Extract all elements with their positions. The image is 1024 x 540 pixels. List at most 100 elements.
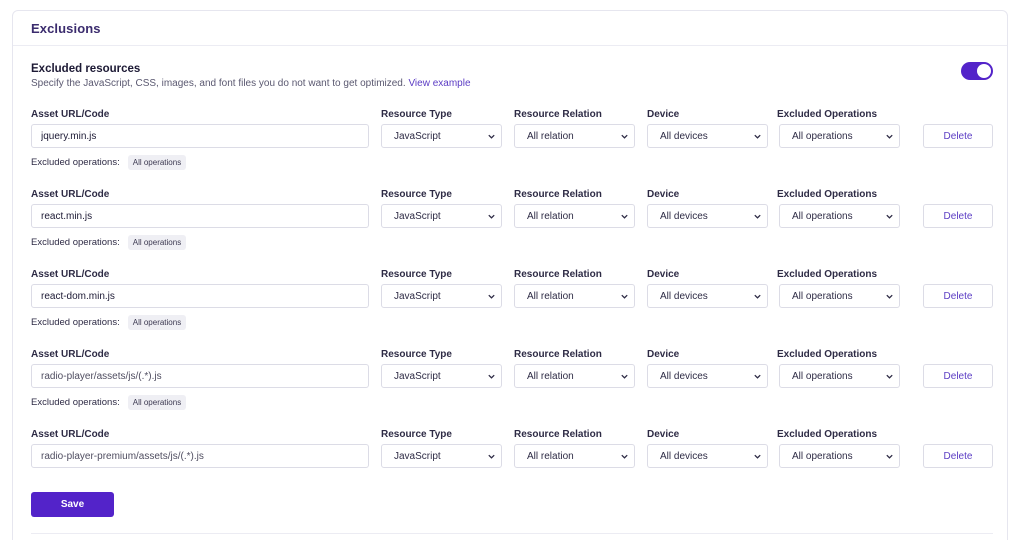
resource-relation-value: All relation [527, 130, 574, 142]
resource-type-value: JavaScript [394, 290, 441, 302]
excluded-operations-label: Excluded Operations [777, 269, 878, 280]
section-description-text: Specify the JavaScript, CSS, images, and… [31, 78, 406, 89]
asset-label: Asset URL/Code [31, 189, 110, 200]
asset-url-input[interactable] [31, 444, 369, 468]
chevron-down-icon [614, 452, 634, 461]
operation-chip: All operations [127, 395, 187, 410]
asset-label: Asset URL/Code [31, 269, 110, 280]
chevron-down-icon [614, 132, 634, 141]
excluded-operations-summary: Excluded operations: All operations [31, 395, 187, 410]
resource-relation-select[interactable]: All relation [514, 204, 635, 228]
resource-relation-value: All relation [527, 450, 574, 462]
delete-button[interactable]: Delete [923, 284, 993, 308]
resource-relation-value: All relation [527, 370, 574, 382]
resource-type-select[interactable]: JavaScript [381, 284, 502, 308]
excluded-operations-label: Excluded Operations [777, 429, 878, 440]
chevron-down-icon [481, 452, 501, 461]
resource-relation-label: Resource Relation [514, 429, 602, 440]
chevron-down-icon [879, 212, 899, 221]
exclusion-row-5: Asset URL/Code Resource Type Resource Re… [31, 429, 993, 499]
exclusion-row-3: Asset URL/Code Resource Type Resource Re… [31, 269, 993, 339]
device-value: All devices [660, 370, 708, 382]
excluded-operations-summary: Excluded operations: All operations [31, 155, 187, 170]
resource-relation-select[interactable]: All relation [514, 444, 635, 468]
excluded-operations-label: Excluded Operations [777, 349, 878, 360]
resource-type-label: Resource Type [381, 429, 452, 440]
delete-button[interactable]: Delete [923, 124, 993, 148]
chevron-down-icon [614, 372, 634, 381]
excluded-operations-value: All operations [792, 210, 853, 222]
resource-relation-select[interactable]: All relation [514, 124, 635, 148]
toggle-knob [977, 64, 991, 78]
excluded-operations-summary-label: Excluded operations: [31, 157, 120, 168]
chevron-down-icon [879, 132, 899, 141]
excluded-operations-select[interactable]: All operations [779, 364, 900, 388]
chevron-down-icon [747, 292, 767, 301]
resource-type-label: Resource Type [381, 189, 452, 200]
chevron-down-icon [747, 372, 767, 381]
resource-type-select[interactable]: JavaScript [381, 364, 502, 388]
chevron-down-icon [481, 372, 501, 381]
resource-type-select[interactable]: JavaScript [381, 204, 502, 228]
operation-chip: All operations [127, 155, 187, 170]
card-title: Exclusions [31, 20, 101, 36]
save-button[interactable]: Save [31, 492, 114, 517]
asset-url-input[interactable] [31, 284, 369, 308]
operation-chip: All operations [127, 235, 187, 250]
device-value: All devices [660, 210, 708, 222]
chevron-down-icon [879, 292, 899, 301]
device-select[interactable]: All devices [647, 364, 768, 388]
excluded-operations-select[interactable]: All operations [779, 284, 900, 308]
excluded-operations-select[interactable]: All operations [779, 204, 900, 228]
device-select[interactable]: All devices [647, 284, 768, 308]
device-label: Device [647, 189, 680, 200]
asset-label: Asset URL/Code [31, 349, 110, 360]
chevron-down-icon [747, 132, 767, 141]
resource-type-select[interactable]: JavaScript [381, 444, 502, 468]
resource-type-label: Resource Type [381, 349, 452, 360]
chevron-down-icon [481, 212, 501, 221]
chevron-down-icon [747, 452, 767, 461]
resource-relation-select[interactable]: All relation [514, 364, 635, 388]
delete-button[interactable]: Delete [923, 364, 993, 388]
section-description: Specify the JavaScript, CSS, images, and… [31, 78, 471, 89]
device-value: All devices [660, 290, 708, 302]
asset-url-input[interactable] [31, 204, 369, 228]
excluded-operations-select[interactable]: All operations [779, 444, 900, 468]
resource-relation-value: All relation [527, 290, 574, 302]
resource-type-select[interactable]: JavaScript [381, 124, 502, 148]
excluded-operations-summary-label: Excluded operations: [31, 237, 120, 248]
resource-type-value: JavaScript [394, 450, 441, 462]
excluded-operations-value: All operations [792, 130, 853, 142]
device-select[interactable]: All devices [647, 444, 768, 468]
device-select[interactable]: All devices [647, 204, 768, 228]
view-example-link[interactable]: View example [408, 78, 470, 89]
resource-relation-value: All relation [527, 210, 574, 222]
asset-label: Asset URL/Code [31, 429, 110, 440]
device-value: All devices [660, 130, 708, 142]
device-label: Device [647, 109, 680, 120]
asset-label: Asset URL/Code [31, 109, 110, 120]
asset-url-input[interactable] [31, 364, 369, 388]
exclusion-row-1: Asset URL/Code Resource Type Resource Re… [31, 109, 993, 179]
device-value: All devices [660, 450, 708, 462]
resource-relation-select[interactable]: All relation [514, 284, 635, 308]
resource-relation-label: Resource Relation [514, 109, 602, 120]
delete-button[interactable]: Delete [923, 444, 993, 468]
device-select[interactable]: All devices [647, 124, 768, 148]
resource-type-value: JavaScript [394, 130, 441, 142]
excluded-operations-summary: Excluded operations: All operations [31, 235, 187, 250]
device-label: Device [647, 429, 680, 440]
divider [31, 533, 993, 534]
device-label: Device [647, 349, 680, 360]
excluded-operations-label: Excluded Operations [777, 189, 878, 200]
excluded-resources-toggle[interactable] [961, 62, 993, 80]
exclusions-card: Exclusions Excluded resources Specify th… [12, 10, 1008, 540]
excluded-operations-value: All operations [792, 290, 853, 302]
card-header: Exclusions [13, 11, 1007, 46]
excluded-operations-select[interactable]: All operations [779, 124, 900, 148]
delete-button[interactable]: Delete [923, 204, 993, 228]
exclusion-row-2: Asset URL/Code Resource Type Resource Re… [31, 189, 993, 259]
excluded-operations-value: All operations [792, 450, 853, 462]
asset-url-input[interactable] [31, 124, 369, 148]
